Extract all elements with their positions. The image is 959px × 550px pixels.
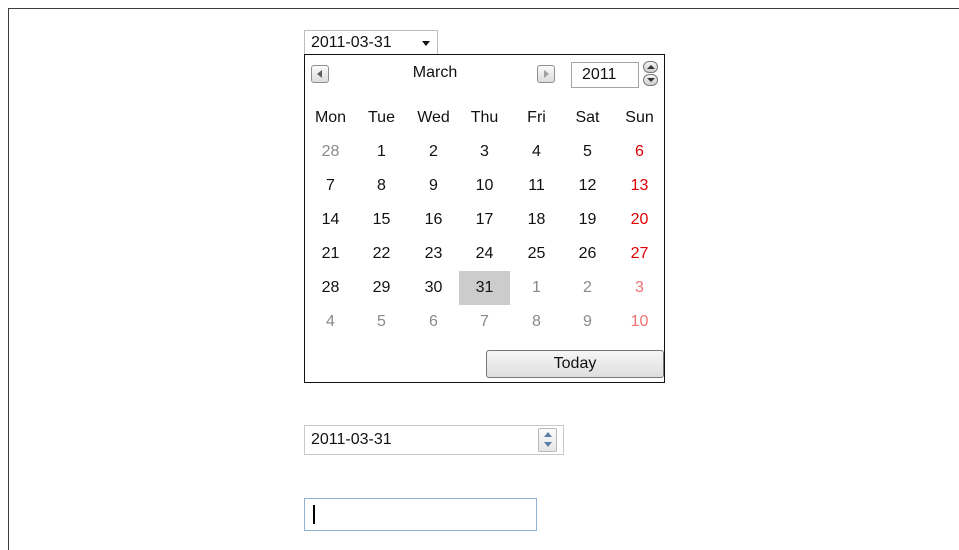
calendar-day-other-month[interactable]: 10 bbox=[614, 305, 665, 339]
calendar-day-other-month[interactable]: 1 bbox=[511, 271, 562, 305]
calendar-day-other-month[interactable]: 9 bbox=[562, 305, 613, 339]
weekday-label: Thu bbox=[470, 109, 499, 126]
text-cursor bbox=[313, 505, 315, 524]
calendar-week-row: 14 15 16 17 18 19 20 bbox=[305, 203, 664, 237]
calendar-day[interactable]: 2 bbox=[408, 135, 459, 169]
calendar-day-other-month[interactable]: 5 bbox=[356, 305, 407, 339]
next-month-button[interactable] bbox=[537, 65, 555, 83]
weekday-label: Sun bbox=[625, 109, 654, 126]
calendar-day-other-month[interactable]: 28 bbox=[305, 135, 356, 169]
calendar-week-row: 28 29 30 31 1 2 3 bbox=[305, 271, 664, 305]
arrow-down-icon bbox=[647, 78, 655, 82]
calendar-day-other-month[interactable]: 3 bbox=[614, 271, 665, 305]
date-spinner[interactable] bbox=[538, 428, 557, 452]
calendar-day[interactable]: 18 bbox=[511, 203, 562, 237]
text-input[interactable] bbox=[304, 498, 537, 531]
calendar-day[interactable]: 3 bbox=[459, 135, 510, 169]
calendar-day[interactable]: 5 bbox=[562, 135, 613, 169]
date-select[interactable]: 2011-03-31 bbox=[304, 30, 438, 54]
calendar-week-row: 4 5 6 7 8 9 10 bbox=[305, 305, 664, 339]
calendar-week-row: 7 8 9 10 11 12 13 bbox=[305, 169, 664, 203]
calendar-day-other-month[interactable]: 7 bbox=[459, 305, 510, 339]
weekday-label: Sat bbox=[575, 109, 600, 126]
calendar-day[interactable]: 11 bbox=[511, 169, 562, 203]
month-label: March bbox=[412, 64, 458, 81]
calendar-day[interactable]: 8 bbox=[356, 169, 407, 203]
year-field[interactable]: 2011 bbox=[571, 62, 639, 88]
calendar-day[interactable]: 20 bbox=[614, 203, 665, 237]
weekday-label: Fri bbox=[527, 109, 546, 126]
today-button[interactable]: Today bbox=[486, 350, 664, 378]
calendar-day[interactable]: 22 bbox=[356, 237, 407, 271]
prev-month-button[interactable] bbox=[311, 65, 329, 83]
calendar-day[interactable]: 1 bbox=[356, 135, 407, 169]
calendar-day[interactable]: 27 bbox=[614, 237, 665, 271]
calendar-day-other-month[interactable]: 2 bbox=[562, 271, 613, 305]
date-input[interactable]: 2011-03-31 bbox=[304, 425, 564, 455]
calendar-day[interactable]: 15 bbox=[356, 203, 407, 237]
calendar-day-other-month[interactable]: 4 bbox=[305, 305, 356, 339]
arrow-up-icon[interactable] bbox=[544, 432, 552, 437]
calendar-day[interactable]: 21 bbox=[305, 237, 356, 271]
weekday-header-row: Mon Tue Wed Thu Fri Sat Sun bbox=[305, 101, 664, 135]
calendar-day[interactable]: 31 bbox=[459, 271, 510, 305]
arrow-down-icon[interactable] bbox=[544, 442, 552, 447]
weekday-label: Tue bbox=[368, 109, 395, 126]
chevron-down-icon bbox=[422, 41, 430, 46]
year-spinner[interactable] bbox=[643, 61, 658, 87]
calendar-grid: Mon Tue Wed Thu Fri Sat Sun 28 1 2 3 4 5 6 7 8 9 10 11 12 13… bbox=[305, 101, 664, 339]
calendar-day[interactable]: 16 bbox=[408, 203, 459, 237]
calendar-day[interactable]: 24 bbox=[459, 237, 510, 271]
calendar-day[interactable]: 9 bbox=[408, 169, 459, 203]
calendar-day[interactable]: 7 bbox=[305, 169, 356, 203]
weekday-label: Mon bbox=[314, 109, 347, 126]
calendar-day[interactable]: 13 bbox=[614, 169, 665, 203]
year-up-button[interactable] bbox=[643, 61, 658, 73]
calendar-day[interactable]: 12 bbox=[562, 169, 613, 203]
calendar-day[interactable]: 14 bbox=[305, 203, 356, 237]
calendar-day[interactable]: 26 bbox=[562, 237, 613, 271]
calendar-day[interactable]: 30 bbox=[408, 271, 459, 305]
calendar-day[interactable]: 29 bbox=[356, 271, 407, 305]
chevron-left-icon bbox=[317, 70, 322, 78]
calendar-popup: March 2011 Mon Tue Wed Thu Fri Sat Sun 28 1 2 3 4 5 6… bbox=[304, 54, 665, 383]
calendar-day[interactable]: 4 bbox=[511, 135, 562, 169]
calendar-day-other-month[interactable]: 6 bbox=[408, 305, 459, 339]
calendar-day[interactable]: 17 bbox=[459, 203, 510, 237]
weekday-label: Wed bbox=[417, 109, 450, 126]
calendar-day[interactable]: 6 bbox=[614, 135, 665, 169]
calendar-week-row: 28 1 2 3 4 5 6 bbox=[305, 135, 664, 169]
calendar-week-row: 21 22 23 24 25 26 27 bbox=[305, 237, 664, 271]
arrow-up-icon bbox=[647, 65, 655, 69]
calendar-day[interactable]: 25 bbox=[511, 237, 562, 271]
date-select-value: 2011-03-31 bbox=[311, 34, 392, 51]
chevron-right-icon bbox=[544, 70, 549, 78]
calendar-day[interactable]: 28 bbox=[305, 271, 356, 305]
calendar-day[interactable]: 23 bbox=[408, 237, 459, 271]
year-down-button[interactable] bbox=[643, 74, 658, 86]
calendar-day[interactable]: 19 bbox=[562, 203, 613, 237]
calendar-day-other-month[interactable]: 8 bbox=[511, 305, 562, 339]
date-input-value: 2011-03-31 bbox=[311, 431, 392, 448]
calendar-day[interactable]: 10 bbox=[459, 169, 510, 203]
